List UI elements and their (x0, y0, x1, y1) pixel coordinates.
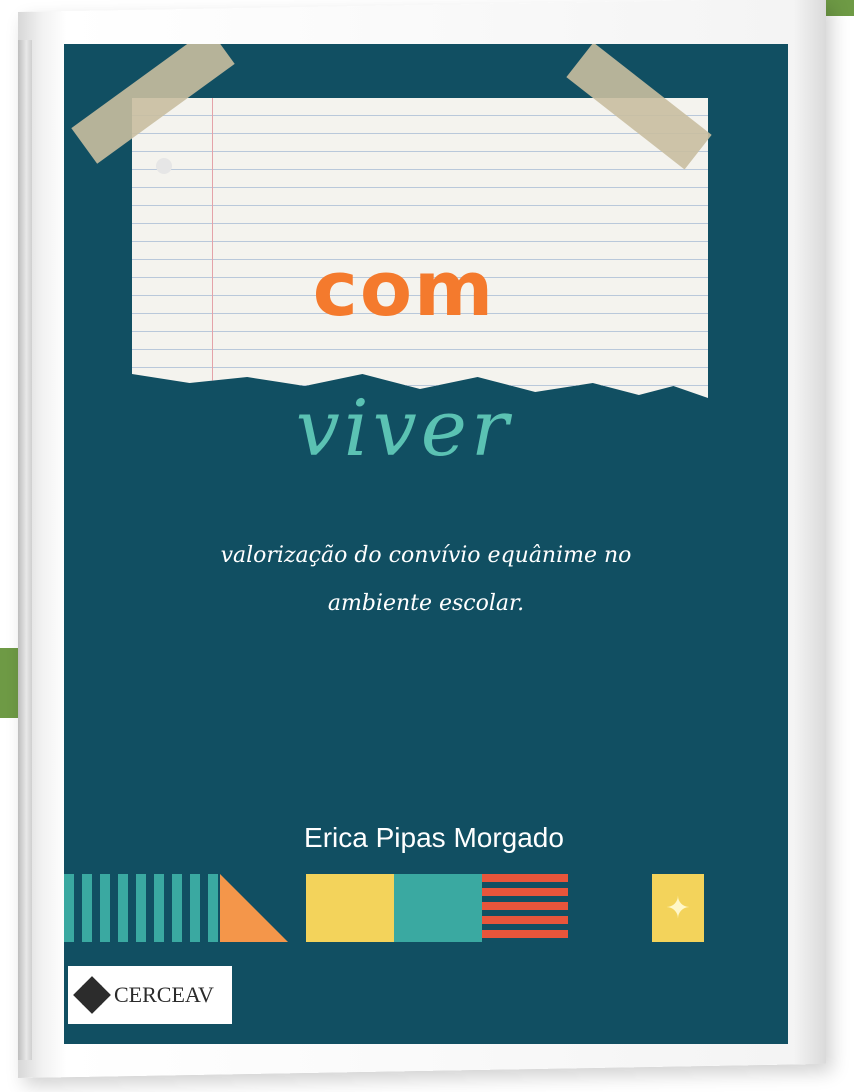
sparkle-block: ✦ (652, 874, 704, 942)
subtitle-line-2: ambiente escolar. (327, 591, 525, 616)
teal-block (394, 874, 482, 942)
paper-margin-line (212, 98, 213, 398)
red-stripes (482, 874, 568, 942)
green-side-tab (0, 648, 18, 718)
orange-triangle (220, 874, 288, 942)
subtitle-line-1: valorização do convívio equânime no (220, 543, 632, 568)
book-spine (18, 40, 32, 1060)
paper-hole (156, 158, 172, 174)
sparkle-icon: ✦ (665, 890, 691, 926)
yellow-block (306, 874, 394, 942)
author-name: Erica Pipas Morgado (304, 822, 564, 853)
publisher-logo: CERCEAV (68, 966, 232, 1024)
title-com: com (312, 244, 496, 333)
subtitle: valorização do convívio equânime no ambi… (94, 532, 758, 628)
title-viver: viver (295, 384, 513, 474)
publisher-name: CERCEAV (114, 982, 214, 1007)
publisher-emblem-icon (73, 976, 111, 1014)
book-cover: com viver valorização do convívio equâni… (64, 44, 788, 1044)
teal-stripes (64, 874, 224, 942)
